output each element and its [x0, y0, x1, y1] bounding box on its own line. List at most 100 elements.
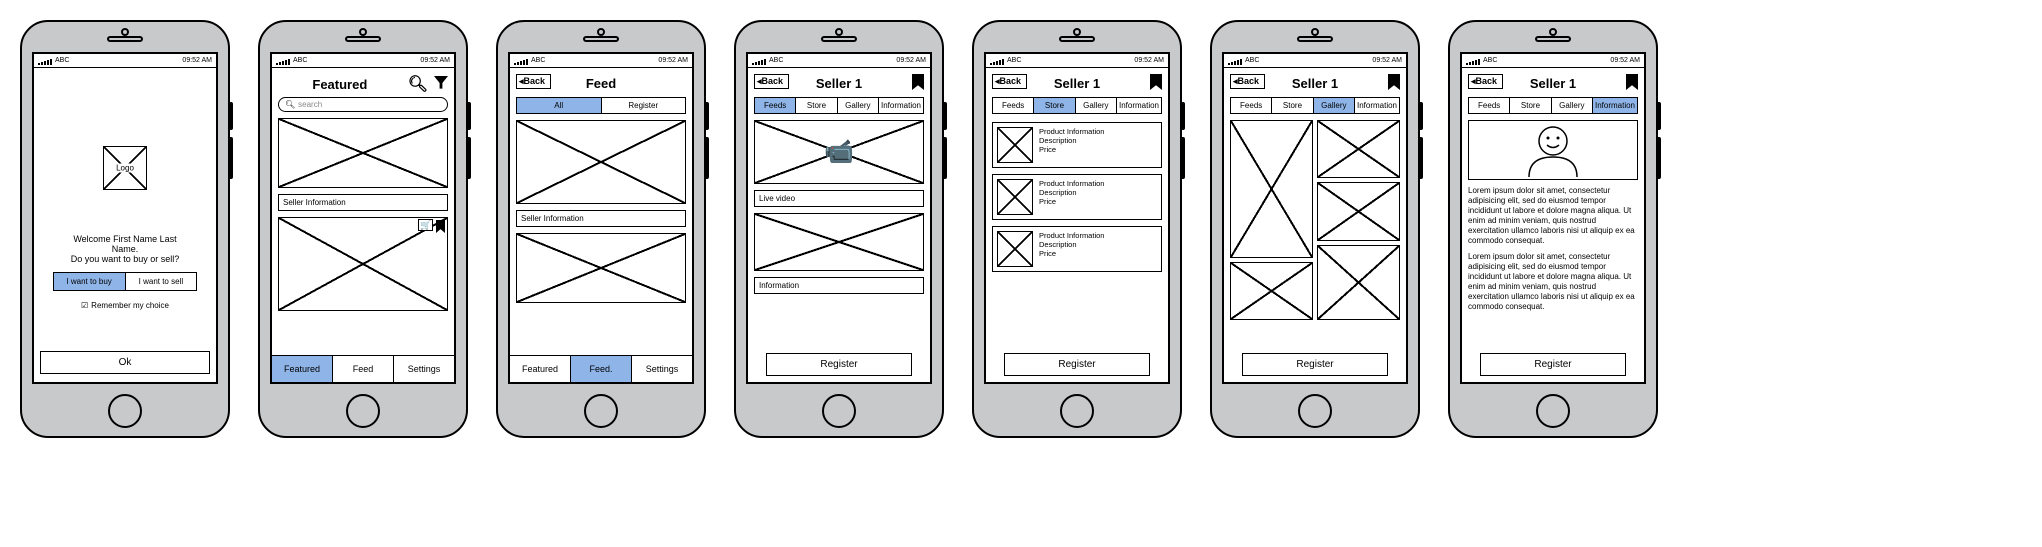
buy-sell-segment[interactable]: I want to buy I want to sell — [53, 272, 198, 291]
sell-button[interactable]: I want to sell — [126, 273, 197, 290]
tab-store[interactable]: Store — [1034, 98, 1075, 113]
product-price: Price — [1039, 145, 1104, 154]
cart-icon[interactable]: 🛒 — [418, 219, 433, 231]
feed-image-2[interactable] — [516, 233, 686, 303]
tab-feeds[interactable]: Feeds — [1469, 98, 1510, 113]
seller-title: Seller 1 — [1530, 76, 1576, 91]
phone-seller-store: ABC 09:52 AM Back Seller 1 Feeds Store G… — [972, 20, 1182, 438]
register-button[interactable]: Register — [1480, 353, 1626, 376]
avatar-icon — [1523, 123, 1583, 177]
status-bar: ABC 09:52 AM — [1224, 54, 1406, 68]
seller-tabs: Feeds Store Gallery Information — [1230, 97, 1400, 114]
avatar-box — [1468, 120, 1638, 180]
product-thumb — [997, 231, 1033, 267]
lorem-1: Lorem ipsum dolor sit amet, consectetur … — [1468, 186, 1638, 246]
nav-settings[interactable]: Settings — [632, 356, 692, 382]
store-item[interactable]: Product Information Description Price — [992, 226, 1162, 272]
status-bar: ABC 09:52 AM — [510, 54, 692, 68]
ok-button[interactable]: Ok — [40, 351, 210, 374]
seller-tabs: Feeds Store Gallery Information — [992, 97, 1162, 114]
status-bar: ABC 09:52 AM — [272, 54, 454, 68]
remember-checkbox[interactable]: ☑ Remember my choice — [81, 301, 169, 310]
gallery-image[interactable] — [1230, 120, 1313, 258]
live-video-label: Live video — [754, 190, 924, 207]
tab-information[interactable]: Information — [879, 98, 923, 113]
back-button[interactable]: Back — [754, 74, 789, 89]
register-button[interactable]: Register — [1004, 353, 1150, 376]
back-button[interactable]: Back — [1468, 74, 1503, 89]
information-label: Information — [754, 277, 924, 294]
gallery-image[interactable] — [1317, 245, 1400, 320]
bookmark-icon[interactable] — [436, 220, 445, 233]
tab-feeds[interactable]: Feeds — [993, 98, 1034, 113]
bookmark-icon[interactable] — [1626, 74, 1638, 90]
logo-label: Logo — [114, 164, 136, 173]
time-label: 09:52 AM — [182, 57, 212, 64]
buy-button[interactable]: I want to buy — [54, 273, 126, 290]
register-button[interactable]: Register — [1242, 353, 1388, 376]
bookmark-icon[interactable] — [1150, 74, 1162, 90]
bottom-nav: Featured Feed. Settings — [510, 355, 692, 382]
nav-feed[interactable]: Feed. — [571, 356, 632, 382]
tab-gallery[interactable]: Gallery — [1314, 98, 1355, 113]
nav-settings[interactable]: Settings — [394, 356, 454, 382]
back-button[interactable]: Back — [992, 74, 1027, 89]
store-item[interactable]: Product Information Description Price — [992, 174, 1162, 220]
tab-all[interactable]: All — [517, 98, 602, 113]
phone-seller-information: ABC 09:52 AM Back Seller 1 Feeds Store G… — [1448, 20, 1658, 438]
featured-image-2[interactable]: 🛒 — [278, 217, 448, 311]
bookmark-icon[interactable] — [912, 74, 924, 90]
tab-information[interactable]: Information — [1117, 98, 1161, 113]
gallery-image[interactable] — [1230, 262, 1313, 320]
tab-feeds[interactable]: Feeds — [1231, 98, 1272, 113]
tab-store[interactable]: Store — [1510, 98, 1551, 113]
gallery-image[interactable] — [1317, 182, 1400, 240]
feed-seller-info[interactable]: Seller Information — [516, 210, 686, 227]
tab-register[interactable]: Register — [602, 98, 686, 113]
search-icon[interactable]: 🔍︎ — [408, 74, 428, 94]
tab-information[interactable]: Information — [1593, 98, 1637, 113]
nav-featured[interactable]: Featured — [510, 356, 571, 382]
gallery-grid — [1230, 120, 1400, 320]
lorem-2: Lorem ipsum dolor sit amet, consectetur … — [1468, 252, 1638, 312]
gallery-image[interactable] — [1317, 120, 1400, 178]
register-button[interactable]: Register — [766, 353, 912, 376]
search-mini-icon: 🔍︎ — [285, 100, 295, 109]
product-thumb — [997, 179, 1033, 215]
phone-seller-feeds: ABC 09:52 AM Back Seller 1 Feeds Store G… — [734, 20, 944, 438]
tab-information[interactable]: Information — [1355, 98, 1399, 113]
bookmark-icon[interactable] — [1388, 74, 1400, 90]
checkbox-icon: ☑ — [81, 301, 88, 310]
featured-image-1[interactable] — [278, 118, 448, 188]
store-item[interactable]: Product Information Description Price — [992, 122, 1162, 168]
nav-feed[interactable]: Feed — [333, 356, 394, 382]
tab-gallery[interactable]: Gallery — [1552, 98, 1593, 113]
welcome-line2: Name. — [71, 244, 180, 254]
tab-store[interactable]: Store — [796, 98, 837, 113]
product-info: Product Information — [1039, 127, 1104, 136]
filter-icon[interactable] — [434, 76, 448, 93]
status-bar: ABC 09:52 AM — [986, 54, 1168, 68]
seller-tabs: Feeds Store Gallery Information — [754, 97, 924, 114]
search-input[interactable]: 🔍︎ search — [278, 97, 448, 112]
product-thumb — [997, 127, 1033, 163]
tab-store[interactable]: Store — [1272, 98, 1313, 113]
nav-featured[interactable]: Featured — [272, 356, 333, 382]
search-placeholder: search — [298, 100, 322, 109]
back-button[interactable]: Back — [1230, 74, 1265, 89]
tab-gallery[interactable]: Gallery — [838, 98, 879, 113]
seller-info-1[interactable]: Seller Information — [278, 194, 448, 211]
tab-gallery[interactable]: Gallery — [1076, 98, 1117, 113]
welcome-line1: Welcome First Name Last — [71, 234, 180, 244]
seller-image[interactable] — [754, 213, 924, 271]
feed-image-1[interactable] — [516, 120, 686, 204]
phone-featured: ABC 09:52 AM Featured 🔍︎ 🔍︎ search Selle… — [258, 20, 468, 438]
bottom-nav: Featured Feed Settings — [272, 355, 454, 382]
video-camera-icon: 📹 — [824, 138, 854, 167]
live-video-box[interactable]: 📹 — [754, 120, 924, 184]
seller-title: Seller 1 — [816, 76, 862, 91]
tab-feeds[interactable]: Feeds — [755, 98, 796, 113]
feed-tabs: All Register — [516, 97, 686, 114]
welcome-line3: Do you want to buy or sell? — [71, 254, 180, 264]
back-button[interactable]: Back — [516, 74, 551, 89]
